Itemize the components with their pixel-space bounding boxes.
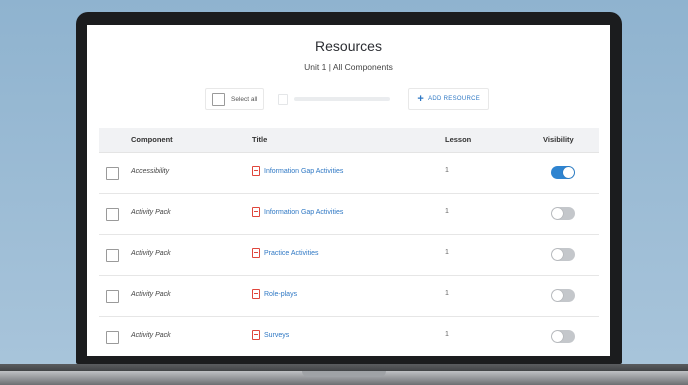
row-lesson: 1 [445,208,449,215]
table-row: Activity Pack Information Gap Activities… [99,194,599,235]
visibility-toggle[interactable] [551,330,575,343]
toggle-knob [552,331,563,342]
table-row: Activity Pack Surveys 1 [99,317,599,356]
pdf-file-icon [252,289,260,299]
resource-link[interactable]: Practice Activities [264,250,318,257]
header-visibility[interactable]: Visibility [543,135,574,144]
disabled-action-label [294,97,391,101]
visibility-toggle[interactable] [551,248,575,261]
select-all-label: Select all [231,95,258,103]
row-lesson: 1 [445,167,449,174]
row-checkbox[interactable] [106,249,119,262]
select-all-checkbox[interactable] [212,92,225,106]
row-title[interactable]: Information Gap Activities [252,166,343,176]
download-icon [278,93,289,105]
app-screen: Resources Unit 1 | All Components Select… [87,25,610,356]
row-checkbox[interactable] [106,167,119,180]
resources-table: Component Title Lesson Visibility Access… [99,128,599,356]
toggle-knob [552,208,563,219]
header-title[interactable]: Title [252,135,267,144]
page-title: Resources [315,38,382,54]
row-checkbox[interactable] [106,331,119,344]
disabled-action [278,93,391,105]
row-lesson: 1 [445,331,449,338]
visibility-toggle[interactable] [551,166,575,179]
toggle-knob [563,167,574,178]
row-lesson: 1 [445,290,449,297]
page-subtitle: Unit 1 | All Components [304,62,393,72]
plus-icon: + [417,92,425,105]
table-row: Activity Pack Practice Activities 1 [99,235,599,276]
visibility-toggle[interactable] [551,207,575,220]
header-component[interactable]: Component [131,135,173,144]
row-title[interactable]: Information Gap Activities [252,207,343,217]
pdf-file-icon [252,330,260,340]
resource-link[interactable]: Information Gap Activities [264,209,343,216]
add-resource-label: ADD RESOURCE [428,96,481,102]
row-title[interactable]: Practice Activities [252,248,318,258]
table-header: Component Title Lesson Visibility [99,128,599,153]
row-component: Activity Pack [131,250,171,257]
laptop-notch [302,371,386,377]
row-component: Activity Pack [131,209,171,216]
table-row: Activity Pack Role-plays 1 [99,276,599,317]
add-resource-button[interactable]: + ADD RESOURCE [408,88,490,110]
toggle-knob [552,249,563,260]
row-title[interactable]: Role-plays [252,289,297,299]
toggle-knob [552,290,563,301]
pdf-file-icon [252,248,260,258]
visibility-toggle[interactable] [551,289,575,302]
toolbar: Select all + ADD RESOURCE [205,88,490,110]
row-lesson: 1 [445,249,449,256]
table-row: Accessibility Information Gap Activities… [99,153,599,194]
select-all-control[interactable]: Select all [205,88,265,110]
row-title[interactable]: Surveys [252,330,289,340]
row-component: Accessibility [131,168,170,175]
resource-link[interactable]: Role-plays [264,291,297,298]
row-component: Activity Pack [131,332,171,339]
row-component: Activity Pack [131,291,171,298]
pdf-file-icon [252,166,260,176]
pdf-file-icon [252,207,260,217]
row-checkbox[interactable] [106,208,119,221]
header-lesson[interactable]: Lesson [445,135,471,144]
row-checkbox[interactable] [106,290,119,303]
resource-link[interactable]: Information Gap Activities [264,168,343,175]
resource-link[interactable]: Surveys [264,332,289,339]
